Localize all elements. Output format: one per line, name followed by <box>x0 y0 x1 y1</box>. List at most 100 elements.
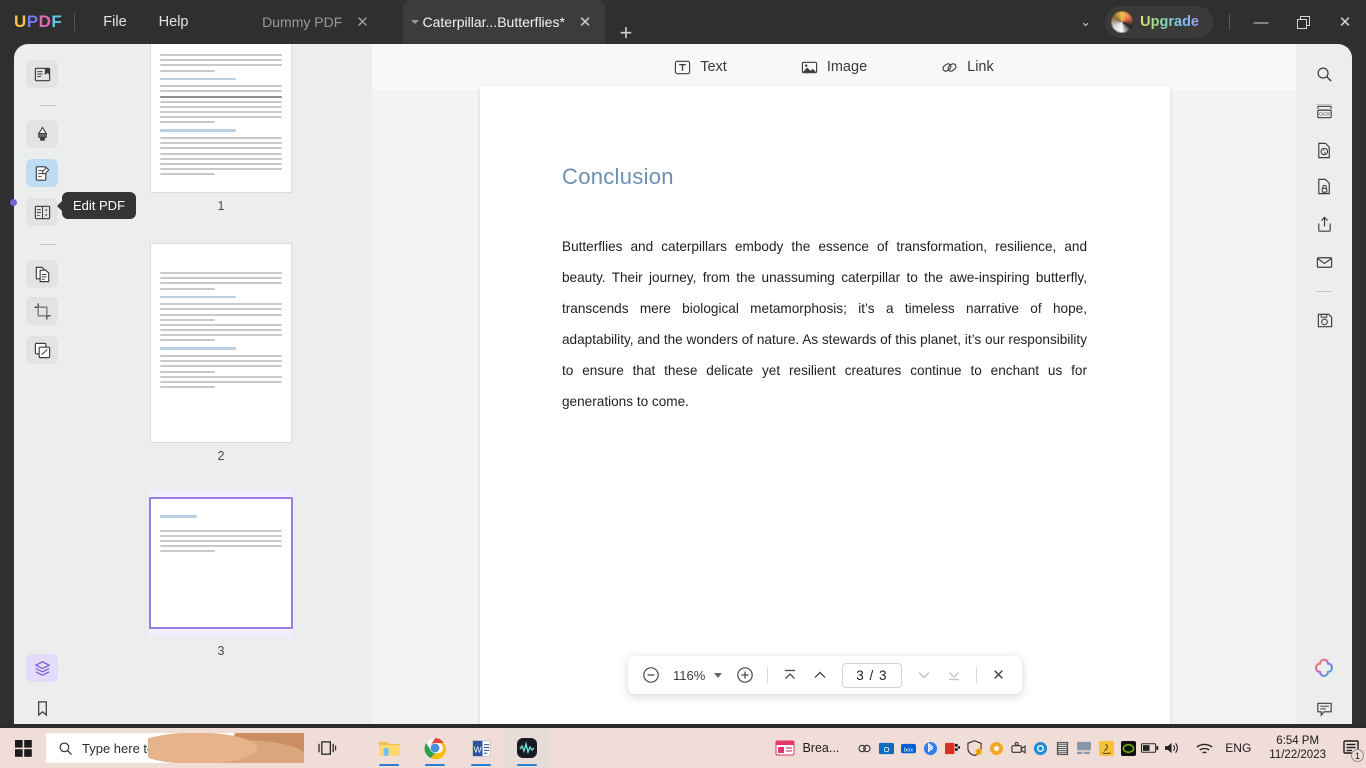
pdf-page-canvas[interactable]: Conclusion Butterflies and caterpillars … <box>480 86 1170 724</box>
close-icon[interactable]: ✕ <box>356 15 369 30</box>
upgrade-button[interactable]: Upgrade <box>1105 6 1213 38</box>
tab-caterpillar-butterflies[interactable]: Caterpillar...Butterflies* ✕ <box>402 0 606 44</box>
right-item-email[interactable] <box>1308 248 1340 276</box>
chevron-down-icon[interactable] <box>714 672 723 678</box>
tray-camera-icon[interactable] <box>1007 728 1029 768</box>
thumbnail-page-3[interactable]: 3 <box>70 490 372 658</box>
previous-page-button[interactable] <box>807 662 833 688</box>
text-box-icon <box>675 60 691 74</box>
taskbar-dark-app[interactable] <box>504 728 550 768</box>
ocr-icon: OCR <box>1316 105 1332 118</box>
maximize-button[interactable] <box>1282 0 1324 44</box>
taskbar-search-input[interactable]: Type here to search <box>46 733 304 763</box>
updf-logo: U P D F <box>14 12 62 32</box>
next-page-button[interactable] <box>911 662 937 688</box>
right-item-ocr[interactable]: OCR <box>1308 98 1340 126</box>
share-export-icon <box>1317 215 1331 232</box>
taskbar-chrome[interactable] <box>412 728 458 768</box>
right-item-protect[interactable] <box>1308 172 1340 200</box>
tool-image[interactable]: Image <box>793 55 875 80</box>
language-indicator[interactable]: ENG <box>1217 741 1259 755</box>
ai-assistant-icon <box>1315 658 1333 678</box>
sidebar-item-crop-page[interactable] <box>26 297 58 325</box>
page-indicator-input[interactable]: 3 / 3 <box>842 662 902 688</box>
page-thumbnail-panel[interactable]: 1 2 3 <box>70 44 372 724</box>
thumbnail-page-1[interactable]: 1 <box>70 44 372 213</box>
news-label: Brea... <box>802 741 840 755</box>
right-item-save[interactable] <box>1308 306 1340 334</box>
rail-collapse-handle[interactable] <box>10 199 17 206</box>
taskbar-file-explorer[interactable] <box>366 728 412 768</box>
sidebar-item-edit-pdf[interactable] <box>26 159 58 187</box>
close-toolbar-button[interactable]: ✕ <box>986 662 1012 688</box>
svg-text:W: W <box>473 744 482 754</box>
tray-storage-icon[interactable] <box>1051 728 1073 768</box>
toolbar-divider <box>767 667 769 683</box>
close-icon[interactable]: ✕ <box>579 15 592 30</box>
tray-calendar-icon[interactable] <box>941 728 963 768</box>
tray-battery-icon[interactable] <box>1139 728 1161 768</box>
tray-display-icon[interactable] <box>1073 728 1095 768</box>
right-item-convert[interactable] <box>1308 136 1340 164</box>
logo-letter-d: D <box>38 12 52 31</box>
sidebar-item-layers[interactable] <box>26 654 58 682</box>
last-page-icon <box>948 672 959 681</box>
task-view-icon <box>317 740 336 755</box>
tray-outlook-icon[interactable]: O <box>875 728 897 768</box>
close-button[interactable]: ✕ <box>1324 0 1366 44</box>
start-button[interactable] <box>0 728 46 768</box>
tray-java-icon[interactable] <box>1095 728 1117 768</box>
last-page-button[interactable] <box>941 662 967 688</box>
taskbar-word[interactable]: W <box>458 728 504 768</box>
tray-bluetooth-icon[interactable] <box>919 728 941 768</box>
zoom-in-button[interactable] <box>732 662 758 688</box>
new-tab-button[interactable]: + <box>619 22 632 44</box>
thumbnail-page-2[interactable]: 2 <box>70 244 372 463</box>
tray-nvidia-icon[interactable] <box>1117 728 1139 768</box>
system-tray: Brea... O box ! ENG 6:54 PM 11/22/2023 1 <box>765 728 1366 768</box>
tray-sync-icon[interactable] <box>1029 728 1051 768</box>
menu-file[interactable]: File <box>87 8 142 36</box>
svg-text:OCR: OCR <box>1319 111 1330 117</box>
tray-update-icon[interactable] <box>985 728 1007 768</box>
menu-help[interactable]: Help <box>143 8 205 36</box>
rail-divider <box>40 105 56 106</box>
notification-count: 1 <box>1351 749 1364 762</box>
news-weather-widget[interactable]: Brea... <box>775 739 839 757</box>
image-icon <box>801 61 817 73</box>
clock[interactable]: 6:54 PM 11/22/2023 <box>1259 734 1336 762</box>
left-tool-rail: Edit PDF <box>0 44 137 753</box>
first-page-button[interactable] <box>777 662 803 688</box>
tab-dummy-pdf[interactable]: Dummy PDF ✕ <box>223 0 403 44</box>
tool-text[interactable]: Text <box>666 55 735 80</box>
chevron-down-icon[interactable]: ⌄ <box>1066 14 1105 30</box>
zoom-level-value[interactable]: 116% <box>668 668 710 683</box>
task-view-button[interactable] <box>304 728 350 768</box>
chevron-down-icon <box>918 672 930 679</box>
right-item-share[interactable] <box>1308 210 1340 238</box>
sidebar-item-bookmark[interactable] <box>26 694 58 722</box>
sidebar-item-comment[interactable] <box>26 120 58 148</box>
tray-volume-icon[interactable] <box>1161 728 1183 768</box>
right-item-ai-assistant[interactable] <box>1308 654 1340 682</box>
logo-divider <box>74 13 76 31</box>
right-item-search[interactable] <box>1308 60 1340 88</box>
right-item-comments[interactable] <box>1308 694 1340 722</box>
chrome-icon <box>424 737 446 759</box>
tray-creative-cloud-icon[interactable] <box>853 728 875 768</box>
highlighter-icon <box>37 125 47 141</box>
zoom-out-button[interactable] <box>638 662 664 688</box>
sidebar-item-batch[interactable] <box>26 336 58 364</box>
sidebar-item-reader[interactable] <box>26 60 58 88</box>
tray-box-icon[interactable]: box <box>897 728 919 768</box>
notification-center-button[interactable]: 1 <box>1336 728 1366 768</box>
edit-pdf-icon <box>35 165 50 181</box>
tool-link[interactable]: Link <box>933 55 1002 80</box>
tray-security-shield-icon[interactable]: ! <box>963 728 985 768</box>
sidebar-item-convert-pdf[interactable] <box>26 260 58 288</box>
windows-logo-icon <box>14 739 32 757</box>
tray-wifi-icon[interactable] <box>1191 728 1217 768</box>
minimize-button[interactable]: — <box>1240 0 1282 44</box>
chevron-down-icon[interactable] <box>410 20 419 24</box>
sidebar-item-organize-pages[interactable] <box>26 198 58 226</box>
